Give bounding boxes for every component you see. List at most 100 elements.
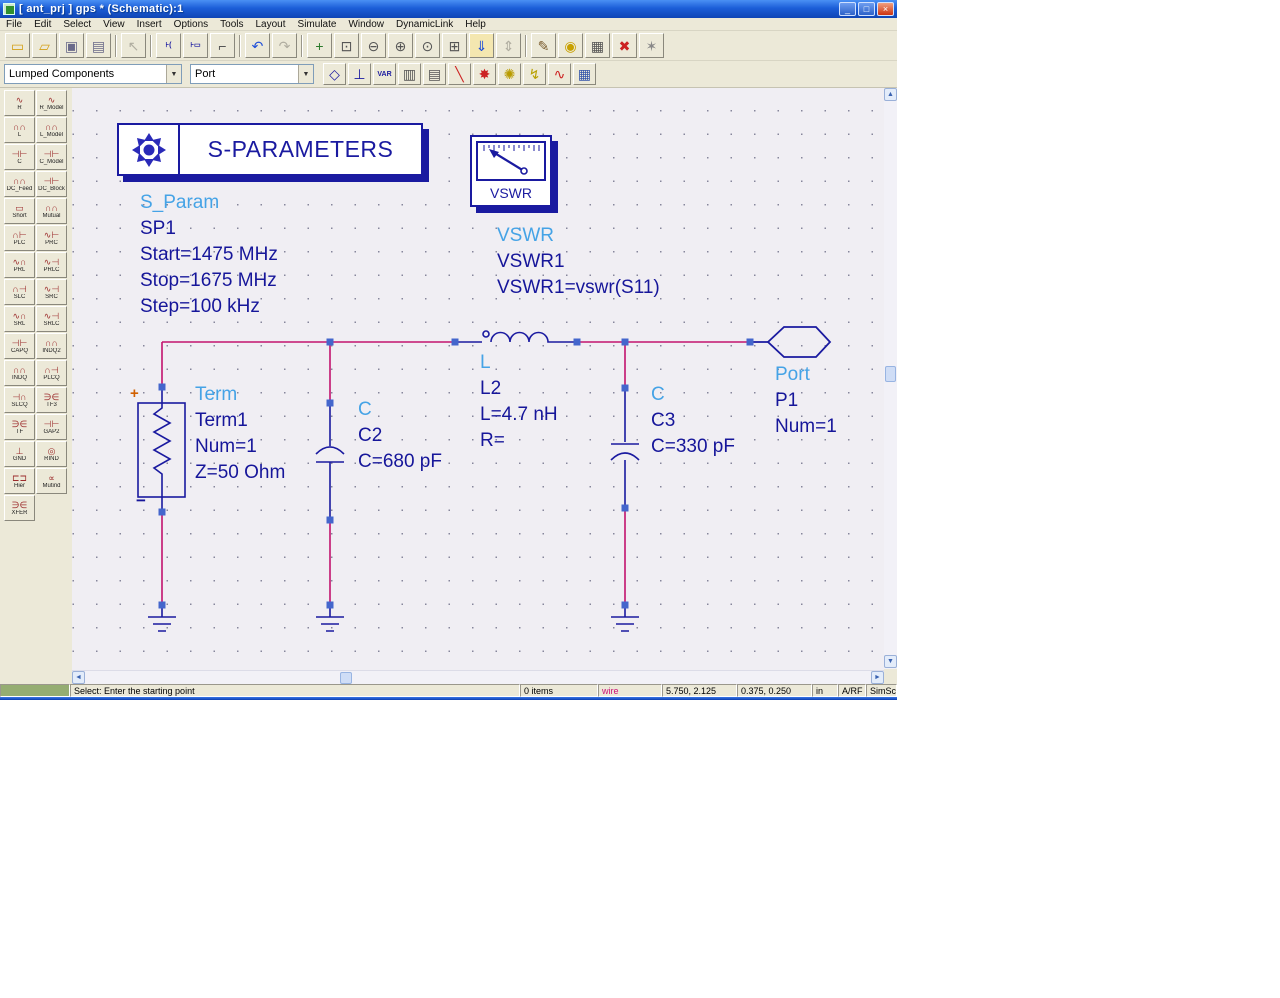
new-design-icon[interactable]: ▭ bbox=[5, 33, 30, 58]
palette-item-prl[interactable]: ∿∩ PRL bbox=[4, 252, 35, 278]
push-into-icon[interactable]: ⇓ bbox=[469, 33, 494, 58]
p1-type-label[interactable]: Port bbox=[775, 364, 810, 386]
undo-icon[interactable]: ↶ bbox=[245, 33, 270, 58]
vertical-scrollbar[interactable]: ▲ ▼ bbox=[884, 88, 897, 684]
data-display-icon[interactable]: ▦ bbox=[585, 33, 610, 58]
menu-edit[interactable]: Edit bbox=[28, 19, 57, 30]
l2-value-label[interactable]: L=4.7 nH bbox=[480, 404, 558, 426]
palette-item-prc[interactable]: ∿⊢ PRC bbox=[36, 225, 67, 251]
c2-symbol[interactable] bbox=[315, 403, 345, 520]
horizontal-scrollbar[interactable]: ◄ ► bbox=[72, 670, 884, 684]
insert-ground-icon[interactable]: ⊥ bbox=[348, 63, 371, 85]
palette-item-l[interactable]: ∩∩ L bbox=[4, 117, 35, 143]
c2-name-label[interactable]: C2 bbox=[358, 425, 382, 447]
p1-num-label[interactable]: Num=1 bbox=[775, 416, 837, 438]
palette-item-plc[interactable]: ∩⊢ PLC bbox=[4, 225, 35, 251]
probe-icon[interactable]: ↯ bbox=[523, 63, 546, 85]
scroll-left-icon[interactable]: ◄ bbox=[72, 671, 85, 684]
stop-simulation-icon[interactable]: ✖ bbox=[612, 33, 637, 58]
palette-item-dc_feed[interactable]: ∩∩ DC_Feed bbox=[4, 171, 35, 197]
simulate-icon[interactable]: ✺ bbox=[498, 63, 521, 85]
scroll-down-icon[interactable]: ▼ bbox=[884, 655, 897, 668]
palette-item-dc_block[interactable]: ⊣⊢ DC_Block bbox=[36, 171, 67, 197]
zoom-select-icon[interactable]: ⊡ bbox=[334, 33, 359, 58]
pop-out-icon[interactable]: ⇕ bbox=[496, 33, 521, 58]
vscroll-thumb[interactable] bbox=[885, 366, 896, 382]
schematic-canvas[interactable]: S-PARAMETERS VSWR S_Param SP1 Start=1475… bbox=[72, 88, 884, 670]
component-select-combobox[interactable]: Port ▼ bbox=[190, 64, 314, 84]
wizard-icon[interactable]: ✶ bbox=[639, 33, 664, 58]
menu-insert[interactable]: Insert bbox=[131, 19, 168, 30]
menu-tools[interactable]: Tools bbox=[214, 19, 249, 30]
c3-value-label[interactable]: C=330 pF bbox=[651, 436, 735, 458]
combo-dropdown-icon[interactable]: ▼ bbox=[298, 65, 313, 83]
vswr-expr-label[interactable]: VSWR1=vswr(S11) bbox=[497, 277, 660, 299]
zoom-area-icon[interactable]: ⊙ bbox=[415, 33, 440, 58]
component-history-icon[interactable]: ⊦( bbox=[156, 33, 181, 58]
insert-port-icon[interactable]: ◇ bbox=[323, 63, 346, 85]
palette-item-xfer[interactable]: ∋∈ XFER bbox=[4, 495, 35, 521]
save-design-icon[interactable]: ▣ bbox=[59, 33, 84, 58]
palette-item-gap2[interactable]: ⊣⊢ GAP2 bbox=[36, 414, 67, 440]
save-data-icon[interactable]: ▦ bbox=[573, 63, 596, 85]
palette-item-tf3[interactable]: ∋∈ TF3 bbox=[36, 387, 67, 413]
palette-item-srlc[interactable]: ∿⊣ SRLC bbox=[36, 306, 67, 332]
palette-item-c_model[interactable]: ⊣⊢ C_Model bbox=[36, 144, 67, 170]
palette-item-capq[interactable]: ⊣⊢ CAPQ bbox=[4, 333, 35, 359]
menu-dynamiclink[interactable]: DynamicLink bbox=[390, 19, 459, 30]
l2-r-label[interactable]: R= bbox=[480, 430, 505, 452]
vswr-type-label[interactable]: VSWR bbox=[497, 225, 554, 247]
palette-item-mutual[interactable]: ∩∩ Mutual bbox=[36, 198, 67, 224]
deactivate-component-icon[interactable]: ✸ bbox=[473, 63, 496, 85]
scroll-right-icon[interactable]: ► bbox=[871, 671, 884, 684]
palette-item-hier[interactable]: ⊏⊐ Hier bbox=[4, 468, 35, 494]
p1-name-label[interactable]: P1 bbox=[775, 390, 798, 412]
zoom-in-icon[interactable]: ⊕ bbox=[388, 33, 413, 58]
palette-item-rind[interactable]: ◎ RIND bbox=[36, 441, 67, 467]
titlebar[interactable]: [ ant_prj ] gps * (Schematic):1 _ □ × bbox=[0, 0, 897, 18]
term1-type-label[interactable]: Term bbox=[195, 384, 237, 406]
palette-item-slcq[interactable]: ⊣∩ SLCQ bbox=[4, 387, 35, 413]
close-button[interactable]: × bbox=[877, 2, 894, 16]
l2-symbol[interactable] bbox=[455, 330, 577, 343]
vswr-name-label[interactable]: VSWR1 bbox=[497, 251, 565, 273]
sparam-start-label[interactable]: Start=1475 MHz bbox=[140, 244, 278, 266]
sparam-stop-label[interactable]: Stop=1675 MHz bbox=[140, 270, 277, 292]
l2-name-label[interactable]: L2 bbox=[480, 378, 501, 400]
delete-icon[interactable]: ⌐ bbox=[210, 33, 235, 58]
insert-var-icon[interactable]: VAR bbox=[373, 63, 396, 85]
palette-item-short[interactable]: ▭ Short bbox=[4, 198, 35, 224]
combo-dropdown-icon[interactable]: ▼ bbox=[166, 65, 181, 83]
palette-item-tf[interactable]: ∋∈ TF bbox=[4, 414, 35, 440]
menu-help[interactable]: Help bbox=[459, 19, 492, 30]
scroll-up-icon[interactable]: ▲ bbox=[884, 88, 897, 101]
print-icon[interactable]: ▤ bbox=[86, 33, 111, 58]
c2-value-label[interactable]: C=680 pF bbox=[358, 451, 442, 473]
menu-view[interactable]: View bbox=[97, 19, 131, 30]
move-icon[interactable]: + bbox=[307, 33, 332, 58]
palette-item-mutind[interactable]: ∝ Mutind bbox=[36, 468, 67, 494]
menu-window[interactable]: Window bbox=[342, 19, 390, 30]
term1-num-label[interactable]: Num=1 bbox=[195, 436, 257, 458]
sparam-type-label[interactable]: S_Param bbox=[140, 192, 219, 214]
menu-layout[interactable]: Layout bbox=[250, 19, 292, 30]
component-pin-icon[interactable]: ⊦▭ bbox=[183, 33, 208, 58]
c3-symbol[interactable] bbox=[610, 388, 640, 508]
component-library-icon[interactable]: ◉ bbox=[558, 33, 583, 58]
palette-item-indq[interactable]: ∩∩ INDQ bbox=[4, 360, 35, 386]
menu-options[interactable]: Options bbox=[168, 19, 214, 30]
redo-icon[interactable]: ↷ bbox=[272, 33, 297, 58]
hscroll-thumb[interactable] bbox=[340, 672, 352, 684]
ground-symbol[interactable] bbox=[148, 605, 639, 632]
palette-item-r[interactable]: ∿ R bbox=[4, 90, 35, 116]
palette-item-srl[interactable]: ∿∩ SRL bbox=[4, 306, 35, 332]
p1-symbol[interactable] bbox=[750, 326, 832, 358]
term1-name-label[interactable]: Term1 bbox=[195, 410, 248, 432]
palette-item-plcq[interactable]: ∩⊣ PLCQ bbox=[36, 360, 67, 386]
plot-trace-icon[interactable]: ∿ bbox=[548, 63, 571, 85]
s-parameters-controller[interactable]: S-PARAMETERS bbox=[117, 123, 423, 176]
palette-item-gnd[interactable]: ⊥ GND bbox=[4, 441, 35, 467]
palette-item-slc[interactable]: ∩⊣ SLC bbox=[4, 279, 35, 305]
palette-item-src[interactable]: ∿⊣ SRC bbox=[36, 279, 67, 305]
palette-item-indq2[interactable]: ∩∩ INDQ2 bbox=[36, 333, 67, 359]
